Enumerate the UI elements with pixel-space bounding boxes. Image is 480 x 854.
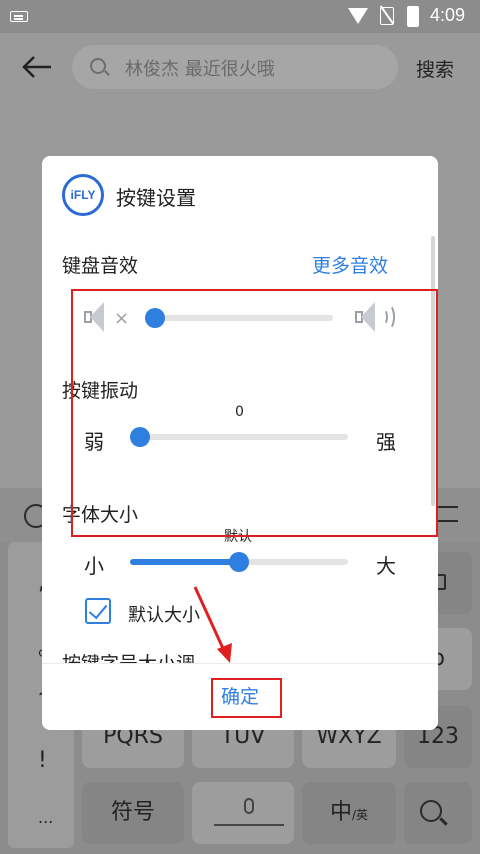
status-bar: 4:09 bbox=[0, 0, 480, 33]
font-size-min-label: 小 bbox=[84, 554, 104, 578]
font-size-slider[interactable] bbox=[130, 552, 348, 572]
search-input[interactable]: 林俊杰 最近很火哦 bbox=[72, 45, 398, 89]
symbol-ellipsis[interactable]: ... bbox=[38, 808, 53, 827]
microphone-icon bbox=[244, 798, 254, 814]
symbol-key[interactable]: 符号 bbox=[82, 782, 184, 844]
search-header: 林俊杰 最近很火哦 搜索 bbox=[0, 33, 480, 101]
annotation-box-confirm bbox=[211, 678, 282, 718]
search-icon bbox=[90, 58, 106, 74]
symbol-exclaim[interactable]: ! bbox=[38, 748, 47, 773]
space-key[interactable] bbox=[192, 782, 294, 844]
language-key-sub: /英 bbox=[351, 808, 369, 822]
search-key[interactable] bbox=[404, 782, 472, 844]
language-key[interactable]: 中/英 bbox=[302, 782, 396, 844]
default-size-checkbox[interactable] bbox=[85, 598, 111, 624]
no-sim-icon bbox=[380, 7, 394, 25]
space-bar-icon bbox=[214, 824, 284, 826]
search-button[interactable]: 搜索 bbox=[416, 55, 454, 82]
back-arrow-icon[interactable] bbox=[22, 55, 52, 79]
annotation-arrow bbox=[193, 586, 232, 663]
font-size-slider-thumb[interactable] bbox=[229, 552, 249, 572]
font-size-slider-fill bbox=[130, 559, 239, 565]
collapse-keyboard-icon[interactable] bbox=[438, 506, 458, 522]
keyboard-icon bbox=[10, 11, 28, 22]
keyboard-sound-label: 键盘音效 bbox=[62, 255, 139, 277]
more-effects-link[interactable]: 更多音效 bbox=[312, 251, 388, 278]
wifi-icon bbox=[348, 8, 368, 24]
font-size-max-label: 大 bbox=[376, 554, 396, 578]
ifly-logo: iFLY bbox=[62, 174, 104, 216]
battery-icon bbox=[407, 6, 419, 27]
search-placeholder: 林俊杰 最近很火哦 bbox=[125, 59, 275, 80]
language-key-label: 中 bbox=[329, 800, 352, 825]
search-icon bbox=[420, 800, 442, 822]
status-time: 4:09 bbox=[430, 5, 466, 25]
dialog-title: 按键设置 bbox=[116, 186, 196, 210]
annotation-box-settings bbox=[71, 289, 438, 537]
